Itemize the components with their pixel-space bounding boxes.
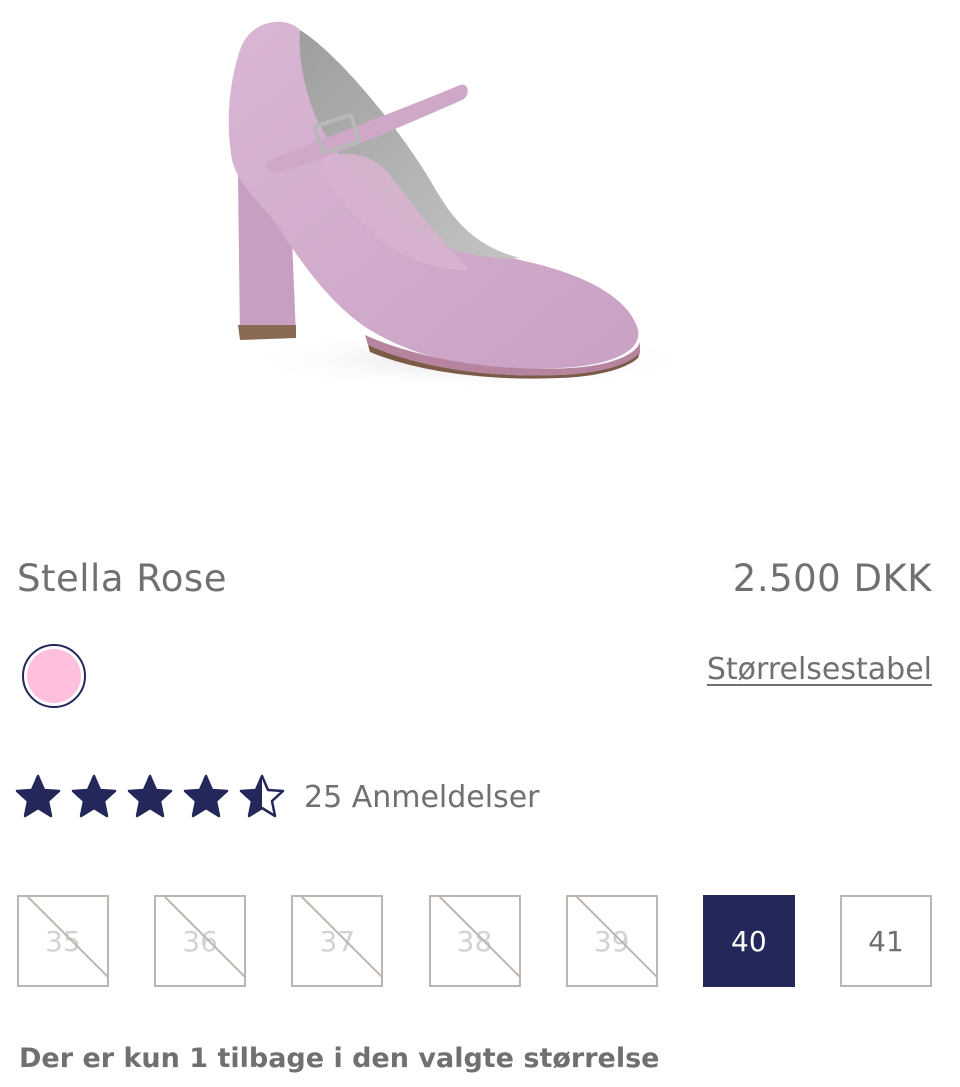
size-option-38[interactable]: 38 (428, 895, 521, 987)
star-full-icon (127, 774, 173, 818)
star-half-icon (239, 774, 285, 818)
product-title: Stella Rose (17, 556, 227, 600)
size-option-39[interactable]: 39 (565, 895, 658, 987)
stock-note: Der er kun 1 tilbage i den valgte større… (19, 1043, 660, 1074)
color-swatch-selected[interactable] (22, 644, 86, 708)
color-swatch-fill (27, 649, 81, 703)
product-image (0, 0, 960, 500)
star-full-icon (71, 774, 117, 818)
product-header: Stella Rose 2.500 DKK (17, 550, 932, 606)
size-option-41[interactable]: 41 (840, 895, 932, 987)
product-price: 2.500 DKK (732, 556, 932, 600)
size-selector: 35 36 37 38 39 40 41 (17, 895, 932, 987)
size-chart-link[interactable]: Størrelsestabel (707, 652, 932, 687)
shoe-illustration (228, 21, 700, 390)
rating-row[interactable]: 25 Anmeldelser (14, 770, 540, 824)
star-full-icon (183, 774, 229, 818)
star-full-icon (15, 774, 61, 818)
reviews-link[interactable]: 25 Anmeldelser (304, 780, 540, 815)
size-option-37[interactable]: 37 (291, 895, 384, 987)
size-option-35[interactable]: 35 (17, 895, 109, 987)
size-option-40[interactable]: 40 (702, 895, 795, 987)
size-option-36[interactable]: 36 (154, 895, 247, 987)
star-rating (14, 773, 294, 821)
